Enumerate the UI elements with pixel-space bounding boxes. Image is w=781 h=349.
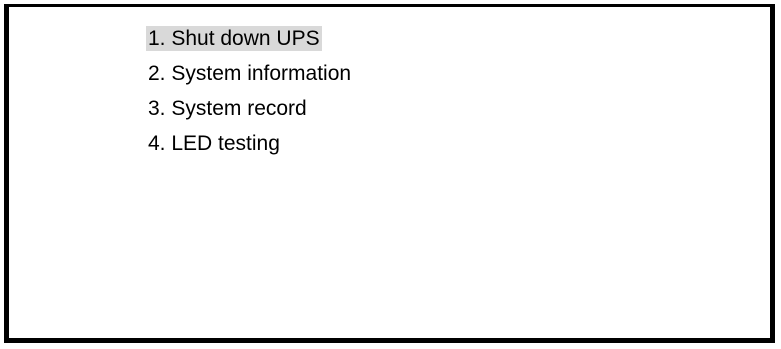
menu-list: 1. Shut down UPS 2. System information 3…	[146, 26, 353, 166]
menu-item-system-record[interactable]: 3. System record	[146, 96, 309, 121]
lcd-screen-frame: 1. Shut down UPS 2. System information 3…	[4, 4, 775, 343]
menu-item-led-testing[interactable]: 4. LED testing	[146, 131, 282, 156]
menu-item-shut-down-ups[interactable]: 1. Shut down UPS	[146, 26, 322, 51]
menu-item-system-information[interactable]: 2. System information	[146, 61, 353, 86]
